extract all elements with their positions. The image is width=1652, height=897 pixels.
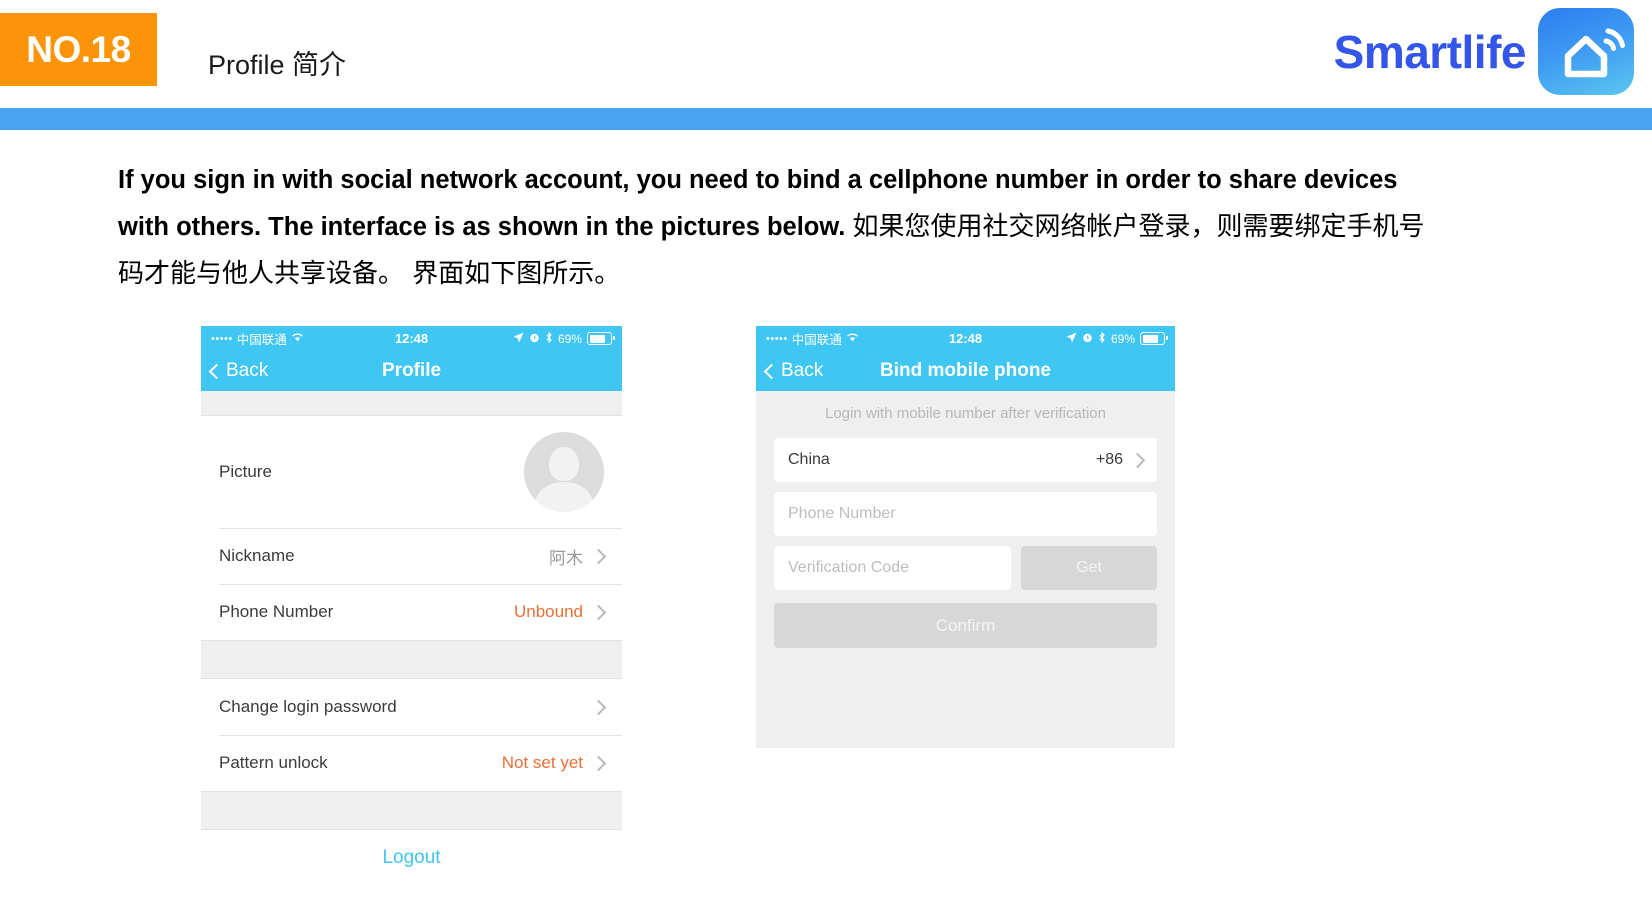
chevron-right-icon: [590, 604, 607, 620]
chevron-right-icon: [1129, 452, 1146, 468]
country-code: +86: [1095, 451, 1123, 468]
row-right: [524, 432, 604, 512]
list-spacer-top: [201, 391, 622, 416]
back-button[interactable]: Back: [201, 360, 268, 382]
row-value: Not set yet: [501, 753, 583, 772]
battery-icon: [1140, 332, 1168, 345]
confirm-label: Confirm: [935, 615, 996, 635]
slide-number-badge: NO.18: [0, 13, 157, 86]
smart-home-wifi-icon: [1538, 8, 1634, 95]
list-item-nickname[interactable]: Nickname 阿木: [201, 528, 622, 584]
status-bar-left: ••••• 中国联通: [766, 329, 859, 348]
bluetooth-icon: [1098, 331, 1106, 346]
get-code-button[interactable]: Get: [1021, 546, 1157, 590]
signal-dots-icon: •••••: [211, 332, 233, 345]
bind-phone-form: Login with mobile number after verificat…: [756, 391, 1175, 748]
confirm-button[interactable]: Confirm: [774, 603, 1157, 648]
row-right: Unbound: [513, 602, 607, 622]
carrier-label: 中国联通: [791, 332, 842, 347]
back-label: Back: [226, 360, 269, 381]
person-placeholder-icon: [524, 432, 604, 512]
row-right: 阿木: [549, 544, 607, 569]
row-label: Phone Number: [219, 602, 334, 621]
status-bar: ••••• 中国联通 12:48 69%: [756, 326, 1175, 351]
verification-code-row: Verification Code Get: [774, 546, 1157, 590]
location-arrow-icon: [1066, 332, 1077, 346]
status-bar-right: 69%: [1066, 331, 1168, 346]
chevron-right-icon: [590, 548, 607, 564]
brand-name: Smartlife: [1333, 25, 1527, 78]
wifi-icon: [846, 332, 859, 346]
row-label: Pattern unlock: [219, 753, 328, 772]
verification-code-input[interactable]: Verification Code: [774, 546, 1011, 590]
alarm-clock-icon: [1082, 332, 1093, 346]
list-spacer-bottom: [201, 791, 622, 830]
country-code-group: +86: [1095, 451, 1146, 469]
smart-home-wifi-glyph: [1564, 28, 1625, 78]
header-divider-bar: [0, 108, 1652, 130]
row-right: [590, 699, 607, 715]
nav-bar: Back Profile: [201, 351, 622, 391]
row-right: Not set yet: [501, 753, 607, 773]
signal-dots-icon: •••••: [766, 332, 788, 345]
row-value: 阿木: [549, 548, 583, 569]
list-item-phone-number[interactable]: Phone Number Unbound: [201, 584, 622, 640]
logout-button[interactable]: Logout: [201, 830, 622, 886]
phone-number-placeholder: Phone Number: [788, 505, 896, 522]
bluetooth-icon: [545, 331, 553, 346]
status-bar-left: ••••• 中国联通: [211, 329, 304, 348]
row-label: Picture: [219, 462, 272, 481]
verification-code-placeholder: Verification Code: [788, 559, 909, 576]
body-paragraph: If you sign in with social network accou…: [118, 157, 1448, 298]
list-item-change-login-password[interactable]: Change login password: [201, 679, 622, 735]
chevron-right-icon: [590, 699, 607, 715]
country-label: China: [788, 451, 830, 468]
slide-header: NO.18 Profile 简介 Smartlife: [0, 0, 1652, 130]
status-bar: ••••• 中国联通 12:48 69%: [201, 326, 622, 351]
chevron-right-icon: [590, 755, 607, 771]
phone-number-input[interactable]: Phone Number: [774, 492, 1157, 536]
status-bar-right: 69%: [513, 331, 615, 346]
list-spacer-middle: [201, 640, 622, 679]
form-hint: Login with mobile number after verificat…: [825, 405, 1106, 422]
back-label: Back: [781, 360, 824, 381]
chevron-left-icon: [208, 363, 225, 379]
get-code-label: Get: [1076, 559, 1102, 576]
battery-percent-label: 69%: [557, 331, 582, 346]
row-value: Unbound: [513, 602, 583, 621]
battery-percent-label: 69%: [1110, 331, 1135, 346]
page-title: Profile 简介: [208, 50, 347, 80]
chevron-left-icon: [763, 363, 780, 379]
location-arrow-icon: [513, 332, 524, 346]
carrier-label: 中国联通: [236, 332, 287, 347]
list-item-picture[interactable]: Picture: [201, 416, 622, 528]
phone-screenshot-bind-mobile: ••••• 中国联通 12:48 69% Back Bind mobile ph…: [756, 326, 1175, 748]
alarm-clock-icon: [529, 332, 540, 346]
row-label: Change login password: [219, 697, 397, 716]
wifi-icon: [291, 332, 304, 346]
logout-label: Logout: [382, 847, 441, 868]
country-selector[interactable]: China +86: [774, 438, 1157, 482]
brand: Smartlife: [1334, 8, 1634, 95]
row-label: Nickname: [219, 546, 295, 565]
nav-bar: Back Bind mobile phone: [756, 351, 1175, 391]
list-item-pattern-unlock[interactable]: Pattern unlock Not set yet: [201, 735, 622, 791]
phone-screenshot-profile: ••••• 中国联通 12:48 69% Back Profile Pictur…: [201, 326, 622, 897]
battery-icon: [587, 332, 615, 345]
back-button[interactable]: Back: [756, 360, 823, 382]
